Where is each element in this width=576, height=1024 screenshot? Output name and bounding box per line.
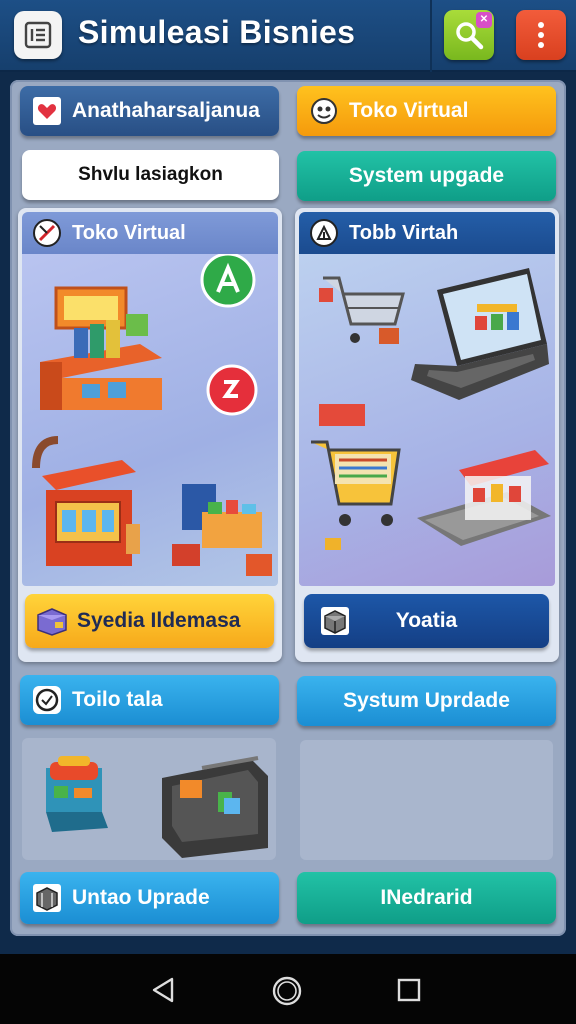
right-card-illustration	[299, 254, 555, 586]
header-divider	[430, 0, 432, 72]
shvlu-button[interactable]: Shvlu lasiagkon	[22, 150, 279, 200]
left-store-card: Toko Virtual Syedia Ildemasa	[18, 208, 282, 662]
boxes-illustration	[172, 484, 272, 576]
right-card-action-label: Yoatia	[395, 609, 458, 632]
system-upgrade-button[interactable]: System upgade	[297, 151, 556, 201]
pen-nib-icon	[310, 219, 338, 247]
filled-cart-illustration	[311, 404, 401, 550]
left-card-illustration	[22, 252, 278, 586]
untao-upgrade-label: Untao Uprade	[72, 886, 210, 909]
toko-virtual-button[interactable]: Toko Virtual	[297, 86, 556, 136]
toko-virtual-label: Toko Virtual	[349, 99, 469, 122]
lower-left-header-button[interactable]: Toilo tala	[20, 675, 279, 725]
left-card-action-button[interactable]: Syedia Ildemasa	[25, 594, 274, 648]
crate-box-icon	[33, 884, 61, 912]
system-upgrade-label: System upgade	[348, 164, 505, 187]
inedrarid-label: INedrarid	[380, 886, 473, 909]
back-triangle-icon[interactable]	[150, 976, 178, 1004]
package-box-icon	[37, 608, 67, 636]
recent-square-icon[interactable]	[396, 977, 422, 1003]
lower-left-panel	[22, 738, 276, 860]
right-card-action-button[interactable]: Yoatia	[304, 594, 549, 648]
heart-card-icon	[33, 97, 61, 125]
untao-upgrade-button[interactable]: Untao Uprade	[20, 872, 279, 924]
cash-register-illustration	[162, 756, 268, 858]
right-card-title: Tobb Virtah	[349, 221, 459, 244]
shopping-cart-illustration	[319, 276, 405, 344]
lower-right-panel	[300, 740, 553, 860]
kiosk-illustration	[32, 436, 140, 566]
inedrarid-button[interactable]: INedrarid	[297, 872, 556, 924]
storefront-laptop-illustration	[417, 450, 551, 546]
laptop-illustration	[411, 268, 549, 400]
menu-list-icon	[24, 21, 52, 49]
menu-button[interactable]	[14, 11, 62, 59]
lower-left-header-label: Toilo tala	[72, 688, 163, 711]
top-left-button[interactable]: Anathaharsaljanua	[20, 86, 279, 136]
home-circle-icon[interactable]	[271, 975, 303, 1007]
green-badge-icon	[200, 252, 256, 308]
right-store-card: Tobb Virtah Yoatia	[295, 208, 559, 662]
lower-right-header-label: Systum Uprdade	[343, 689, 510, 712]
right-card-header[interactable]: Tobb Virtah	[299, 212, 555, 254]
left-card-header[interactable]: Toko Virtual	[22, 212, 278, 254]
system-navigation-bar	[0, 954, 576, 1024]
toolbox-illustration	[46, 756, 108, 832]
cube-box-icon	[321, 607, 349, 635]
pen-compass-icon	[33, 219, 61, 247]
market-stall-illustration	[40, 286, 162, 410]
search-button[interactable]: ✕	[444, 10, 494, 60]
notification-badge-icon: ✕	[476, 12, 492, 28]
left-card-action-label: Syedia Ildemasa	[77, 609, 241, 632]
shield-badge-icon	[33, 686, 61, 714]
gear-robot-icon	[311, 98, 337, 124]
app-header: Simuleasi Bisnies ✕	[0, 0, 576, 72]
more-options-button[interactable]	[516, 10, 566, 60]
app-title: Simuleasi Bisnies	[78, 14, 356, 50]
left-card-title: Toko Virtual	[72, 221, 186, 244]
lower-right-header-button[interactable]: Systum Uprdade	[297, 676, 556, 726]
top-left-label: Anathaharsaljanua	[72, 99, 260, 122]
shvlu-label: Shvlu lasiagkon	[78, 164, 223, 185]
